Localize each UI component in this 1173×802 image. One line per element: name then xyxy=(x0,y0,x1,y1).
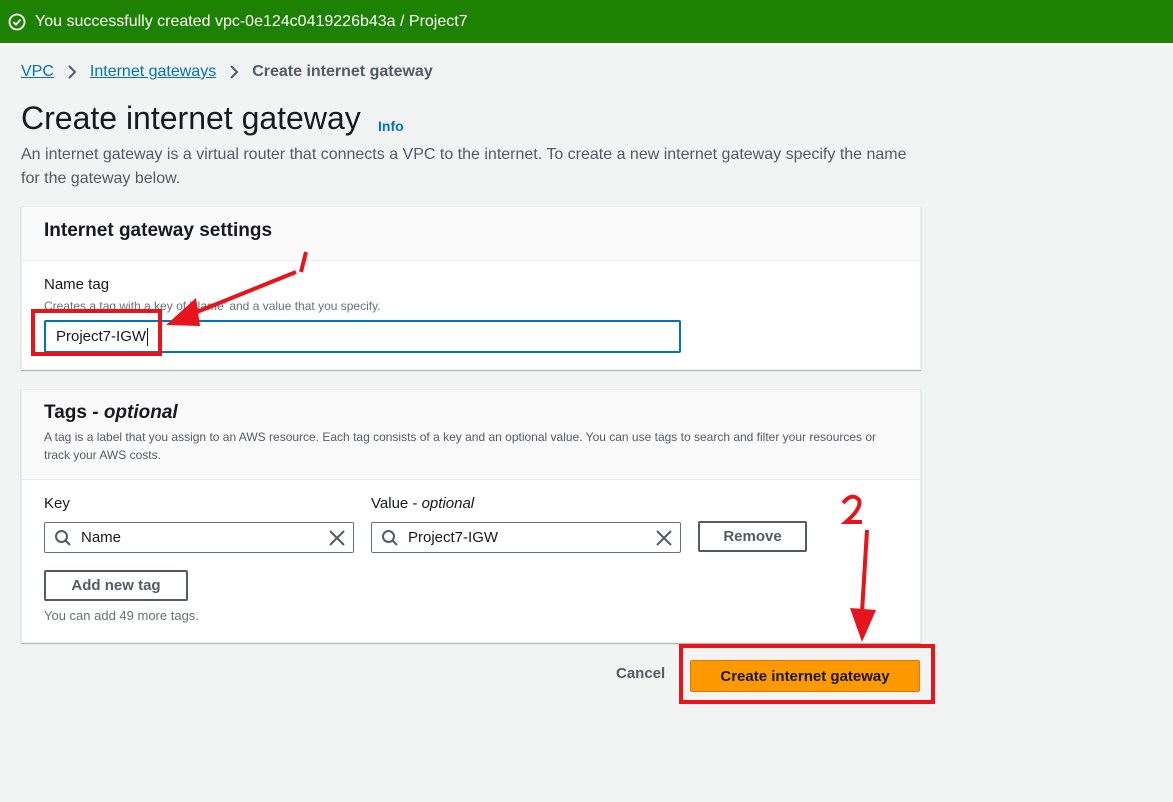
name-tag-label: Name tag xyxy=(44,276,110,293)
tag-value-input[interactable]: Project7-IGW xyxy=(371,522,681,553)
value-label: Value - optional xyxy=(371,495,475,512)
panel-header: Internet gateway settings xyxy=(22,207,920,261)
chevron-right-icon xyxy=(222,62,246,82)
tags-description: A tag is a label that you assign to an A… xyxy=(44,430,877,462)
panel-title: Tags - optional xyxy=(44,402,178,423)
add-new-tag-button[interactable]: Add new tag xyxy=(44,570,188,601)
tag-key-value: Name xyxy=(81,529,122,546)
breadcrumb-internet-gateways-link[interactable]: Internet gateways xyxy=(90,63,216,81)
tags-panel: Tags - optional A tag is a label that yo… xyxy=(21,389,921,643)
key-label: Key xyxy=(44,495,70,512)
internet-gateway-settings-panel: Internet gateway settings Name tag Creat… xyxy=(21,206,921,370)
remove-tag-button[interactable]: Remove xyxy=(698,521,807,552)
clear-icon[interactable] xyxy=(654,528,674,548)
name-tag-input-value: Project7-IGW xyxy=(56,328,147,345)
chevron-right-icon xyxy=(60,62,84,82)
success-flash-bar: You successfully created vpc-0e124c04192… xyxy=(0,0,1173,43)
cancel-button[interactable]: Cancel xyxy=(616,665,665,682)
page-description: An internet gateway is a virtual router … xyxy=(21,146,907,187)
search-icon xyxy=(382,529,398,546)
panel-header: Tags - optional A tag is a label that yo… xyxy=(22,390,920,480)
page-title: Create internet gateway xyxy=(21,100,361,136)
success-check-icon xyxy=(8,13,26,30)
info-link[interactable]: Info xyxy=(378,118,404,134)
create-internet-gateway-button[interactable]: Create internet gateway xyxy=(690,660,920,692)
name-tag-input[interactable]: Project7-IGW xyxy=(44,320,681,353)
tag-value-value: Project7-IGW xyxy=(408,529,499,546)
tag-limit-text: You can add 49 more tags. xyxy=(44,608,199,623)
clear-icon[interactable] xyxy=(327,528,347,548)
breadcrumb-current: Create internet gateway xyxy=(252,63,433,80)
breadcrumb: VPC Internet gateways Create internet ga… xyxy=(21,62,433,82)
breadcrumb-vpc-link[interactable]: VPC xyxy=(21,63,54,81)
tag-key-input[interactable]: Name xyxy=(44,522,354,553)
name-tag-description: Creates a tag with a key of 'Name' and a… xyxy=(44,299,381,313)
flash-message: You successfully created vpc-0e124c04192… xyxy=(35,12,468,30)
search-icon xyxy=(55,529,71,546)
panel-title: Internet gateway settings xyxy=(44,220,273,241)
